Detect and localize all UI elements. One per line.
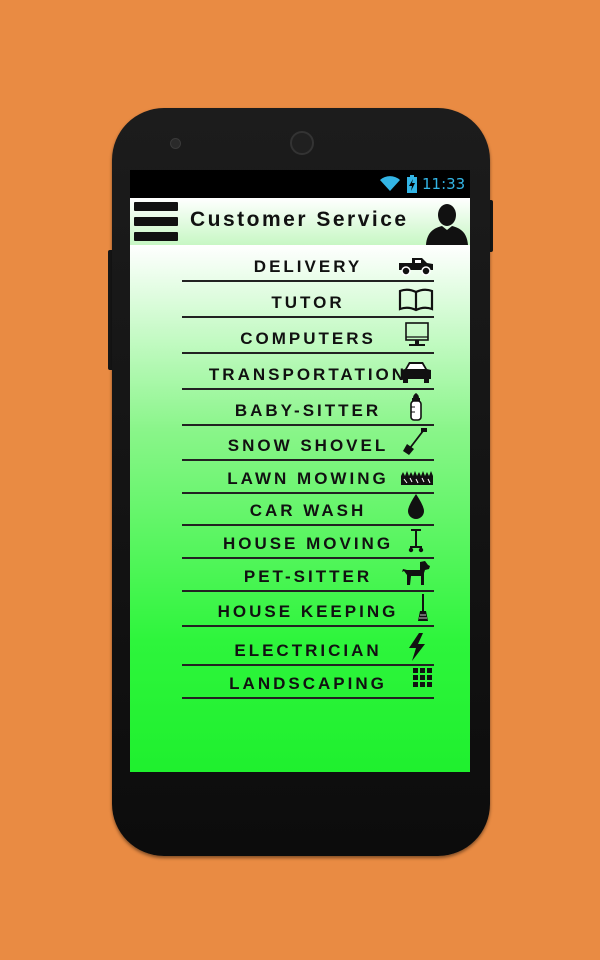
list-item-label: LAWN MOWING [227, 469, 389, 488]
list-item-label: TUTOR [271, 293, 345, 312]
lightning-bolt-icon [409, 633, 425, 661]
list-item-pet-sitter[interactable]: PET-SITTER [182, 556, 434, 592]
monitor-icon [405, 322, 429, 346]
car-icon [401, 362, 431, 383]
grass-icon [401, 471, 433, 485]
service-list: DELIVERY TUTOR COMPUTERS TRANSPORTATION … [130, 245, 470, 772]
hamburger-menu-icon[interactable] [134, 202, 178, 242]
pickup-truck-icon [399, 258, 433, 276]
list-item-car-wash[interactable]: CAR WASH [182, 490, 434, 526]
list-item-label: PET-SITTER [243, 567, 373, 586]
user-silhouette-icon[interactable] [426, 202, 468, 245]
list-item-baby-sitter[interactable]: BABY-SITTER [182, 390, 434, 426]
list-item-landscaping[interactable]: LANDSCAPING [182, 663, 434, 699]
list-item-label: BABY-SITTER [234, 401, 382, 420]
dog-icon [402, 561, 430, 585]
list-item-label: LANDSCAPING [229, 674, 387, 693]
list-item-label: ELECTRICIAN [234, 641, 382, 660]
list-item-label: HOUSE KEEPING [217, 602, 399, 621]
list-item-electrician[interactable]: ELECTRICIAN [182, 630, 434, 666]
tile-grid-icon [413, 668, 432, 687]
shovel-icon [403, 428, 427, 455]
list-item-transportation[interactable]: TRANSPORTATION [182, 354, 434, 390]
front-camera [290, 131, 314, 155]
list-item-tutor[interactable]: TUTOR [182, 282, 434, 318]
phone-screen: 11:33 Customer Service DELIVERY TUTOR CO… [130, 170, 470, 772]
list-item-computers[interactable]: COMPUTERS [182, 318, 434, 354]
list-item-delivery[interactable]: DELIVERY [182, 246, 434, 282]
broom-icon [418, 594, 428, 621]
clock: 11:33 [422, 175, 466, 193]
list-item-label: CAR WASH [249, 501, 367, 520]
open-book-icon [398, 288, 434, 312]
list-item-house-moving[interactable]: HOUSE MOVING [182, 523, 434, 559]
list-item-label: DELIVERY [253, 257, 363, 276]
wifi-icon [380, 176, 400, 191]
list-item-lawn-mowing[interactable]: LAWN MOWING [182, 458, 434, 494]
list-item-snow-shovel[interactable]: SNOW SHOVEL [182, 425, 434, 461]
list-item-label: COMPUTERS [240, 329, 376, 348]
list-item-house-keeping[interactable]: HOUSE KEEPING [182, 591, 434, 627]
page-title: Customer Service [190, 208, 409, 231]
list-item-label: SNOW SHOVEL [227, 436, 389, 455]
baby-bottle-icon [410, 393, 422, 421]
list-item-label: HOUSE MOVING [222, 534, 394, 553]
status-bar: 11:33 [130, 170, 470, 198]
hand-truck-icon [408, 529, 424, 553]
list-item-label: TRANSPORTATION [208, 365, 408, 384]
app-bar: Customer Service [130, 198, 470, 245]
water-drop-icon [408, 494, 424, 519]
proximity-sensor [170, 138, 181, 149]
battery-charging-icon [407, 175, 417, 193]
